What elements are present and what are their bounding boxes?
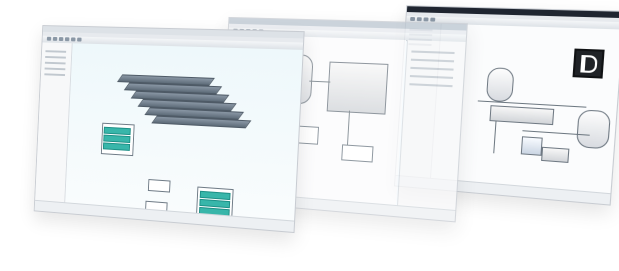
toolbar-button-icon[interactable] [410,17,415,21]
property-row[interactable] [409,83,452,87]
process-unit [541,147,569,163]
toolbar-button-icon[interactable] [430,18,435,22]
info-box [341,144,373,162]
process-unit [489,105,554,125]
tree-item[interactable] [45,50,66,53]
property-row[interactable] [410,67,453,71]
toolbar-button-icon[interactable] [47,37,51,41]
toolbar-button-icon[interactable] [423,17,428,21]
brand-logo [572,49,604,79]
connector-line [493,121,496,153]
front-software-window [34,25,305,233]
right-properties-pane [397,40,466,211]
tree-item[interactable] [45,56,66,59]
small-label-box [148,179,171,193]
tree-item[interactable] [45,68,66,71]
property-row[interactable] [410,75,453,79]
process-unit [521,136,543,156]
toolbar-button-icon[interactable] [417,17,422,21]
tank-equipment [486,67,515,102]
solar-design-canvas [65,43,303,221]
tank-equipment [576,109,611,149]
toolbar-button-icon[interactable] [59,37,64,41]
property-row[interactable] [411,59,454,63]
toolbar-button-icon[interactable] [53,37,57,41]
stacked-screenshots-scene [0,0,619,271]
toolbar-button-icon[interactable] [77,38,82,42]
tree-item[interactable] [45,62,66,65]
toolbar-button-icon[interactable] [71,37,76,41]
toolbar-button-icon[interactable] [65,37,70,41]
property-row[interactable] [411,50,454,54]
connector-line [347,111,350,145]
connector-line [309,81,330,83]
tree-item[interactable] [44,73,65,76]
equipment-panel [327,62,389,115]
